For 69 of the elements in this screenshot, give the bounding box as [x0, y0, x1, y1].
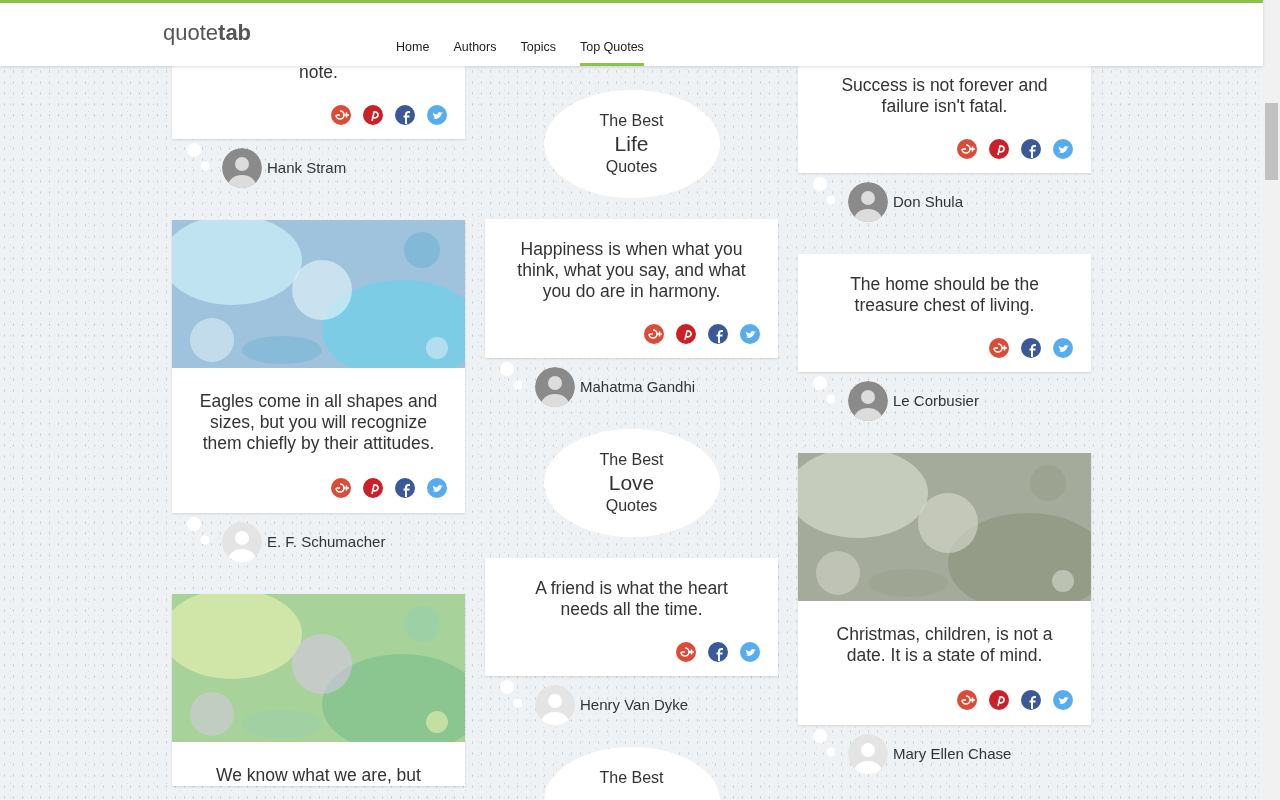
quote-text: note.: [298, 66, 339, 83]
facebook-icon[interactable]: [395, 105, 415, 125]
topic-label: Quotes: [605, 157, 658, 177]
google-plus-icon[interactable]: [957, 139, 977, 159]
twitter-icon[interactable]: [427, 478, 447, 498]
quote-text: A friend is what the heart needs all the time.: [534, 577, 729, 620]
nav-link[interactable]: Topics: [520, 39, 556, 66]
thought-dots-drawing: [500, 362, 522, 392]
author-link[interactable]: Le Corbusier: [893, 389, 979, 413]
quote-text: Success is not forever and failure isn't fatal.: [840, 74, 1049, 117]
author-link[interactable]: E. F. Schumacher: [267, 530, 386, 554]
thought-dots-drawing: [500, 680, 522, 710]
facebook-icon[interactable]: [395, 478, 415, 498]
thought-dots-drawing: [813, 177, 835, 207]
nav-link[interactable]: Home: [396, 39, 430, 66]
twitter-icon[interactable]: [740, 324, 760, 344]
quote-text: We know what we are, but: [215, 764, 422, 786]
pinterest-icon[interactable]: [676, 324, 696, 344]
scrollbar-thumb[interactable]: [1265, 103, 1278, 180]
pinterest-icon[interactable]: [989, 690, 1009, 710]
twitter-icon[interactable]: [427, 105, 447, 125]
author-link[interactable]: Don Shula: [893, 190, 964, 214]
google-plus-icon[interactable]: [331, 105, 351, 125]
google-plus-icon[interactable]: [989, 338, 1009, 358]
quote-text: Eagles come in all shapes and sizes, but you will recognize them chiefly by their attitudes.: [198, 390, 439, 454]
author-link[interactable]: Mary Ellen Chase: [893, 742, 1012, 766]
thought-dots-drawing: [187, 143, 209, 173]
quote-text: Christmas, children, is not a date. It is a state of mind.: [835, 623, 1054, 666]
google-plus-icon[interactable]: [957, 690, 977, 710]
topic-label: Love: [608, 471, 655, 495]
nav-link[interactable]: Top Quotes: [579, 39, 644, 66]
author-link[interactable]: Mahatma Gandhi: [580, 375, 696, 399]
facebook-icon[interactable]: [1021, 690, 1041, 710]
topic-bubble[interactable]: The Best: [543, 747, 720, 800]
avatar[interactable]: [848, 182, 888, 222]
thought-dots-drawing: [813, 376, 835, 406]
twitter-icon[interactable]: [1053, 338, 1073, 358]
quote-text: The home should be the treasure chest of living.: [849, 273, 1040, 316]
facebook-icon[interactable]: [1021, 338, 1041, 358]
author-link[interactable]: Hank Stram: [267, 156, 347, 180]
pinterest-icon[interactable]: [363, 105, 383, 125]
facebook-icon[interactable]: [708, 642, 728, 662]
twitter-icon[interactable]: [740, 642, 760, 662]
topic-label: The Best: [599, 768, 664, 788]
pinterest-icon[interactable]: [989, 139, 1009, 159]
avatar[interactable]: [535, 367, 575, 407]
author-link[interactable]: Henry Van Dyke: [580, 693, 689, 717]
thought-dots-drawing: [813, 729, 835, 759]
nav-link[interactable]: Authors: [453, 39, 497, 66]
scrollbar[interactable]: [1263, 0, 1280, 800]
topic-bubble[interactable]: The Best Love Quotes: [543, 429, 720, 537]
topic-label: The Best: [599, 450, 664, 470]
avatar[interactable]: [222, 148, 262, 188]
twitter-icon[interactable]: [1053, 690, 1073, 710]
facebook-icon[interactable]: [708, 324, 728, 344]
twitter-icon[interactable]: [1053, 139, 1073, 159]
quote-text: Happiness is when what you think, what you say, and what you do are in harmony.: [516, 238, 747, 302]
google-plus-icon[interactable]: [644, 324, 664, 344]
pinterest-icon[interactable]: [363, 478, 383, 498]
topic-label: Life: [614, 132, 649, 156]
google-plus-icon[interactable]: [331, 478, 351, 498]
google-plus-icon[interactable]: [676, 642, 696, 662]
thought-dots-drawing: [187, 517, 209, 547]
facebook-icon[interactable]: [1021, 139, 1041, 159]
avatar[interactable]: [848, 381, 888, 421]
topic-bubble[interactable]: The Best Life Quotes: [543, 90, 720, 198]
topic-label: Quotes: [605, 496, 658, 516]
site-logo[interactable]: quotetab: [163, 19, 252, 47]
topic-label: The Best: [599, 111, 664, 131]
